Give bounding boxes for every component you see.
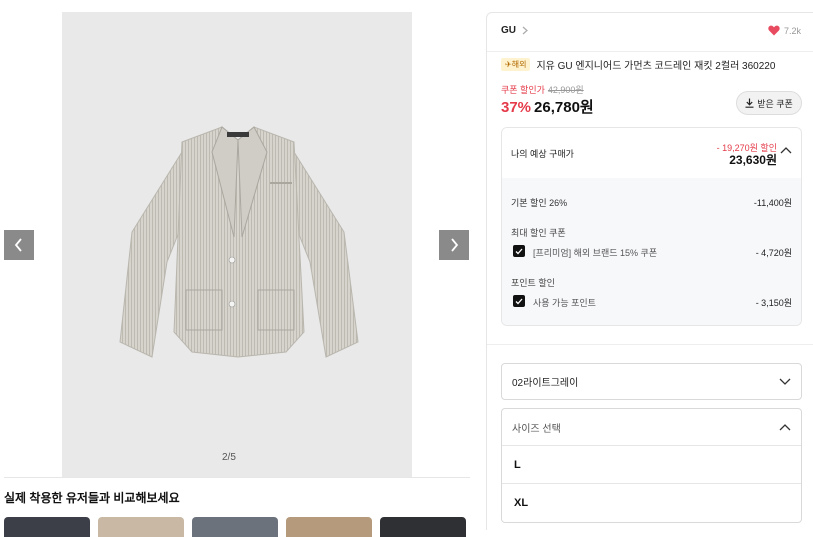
- user-photo-thumbnails: [4, 517, 466, 537]
- image-gallery: 2/5 실제 착용한 유저들과 비교해보세요: [0, 0, 478, 537]
- received-coupon-button[interactable]: 받은 쿠폰: [736, 91, 802, 115]
- like-button[interactable]: 7.2k: [768, 25, 801, 36]
- size-option[interactable]: XL: [502, 484, 801, 522]
- max-coupon-title: 최대 할인 쿠폰: [511, 228, 566, 238]
- divider: [487, 344, 813, 345]
- product-info-panel: GU 7.2k ✈해외 지유 GU 엔지니어드 가먼츠 코드레인 재킷 2컬러 …: [486, 12, 813, 530]
- size-select-placeholder: 사이즈 선택: [512, 423, 561, 435]
- divider: [487, 51, 813, 52]
- user-photo-thumb[interactable]: [380, 517, 466, 537]
- brand-link[interactable]: GU: [501, 25, 528, 36]
- chevron-down-icon: [779, 378, 791, 385]
- coupon-price-row: 쿠폰 할인가 42,900원: [501, 83, 584, 96]
- compare-section-title: 실제 착용한 유저들과 비교해보세요: [4, 491, 180, 505]
- download-icon: [745, 98, 754, 108]
- size-select[interactable]: 사이즈 선택: [502, 409, 801, 446]
- coupon-item-value: - 4,720원: [755, 248, 792, 258]
- like-count: 7.2k: [783, 25, 801, 36]
- product-title: 지유 GU 엔지니어드 가먼츠 코드레인 재킷 2컬러 360220: [536, 61, 776, 72]
- user-photo-thumb[interactable]: [98, 517, 184, 537]
- check-icon: [515, 248, 523, 254]
- estimated-price-box: 나의 예상 구매가 - 19,270원 할인 23,630원 기본 할인 26%…: [501, 127, 802, 326]
- color-select-value: 02라이트그레이: [512, 378, 579, 389]
- base-discount-label: 기본 할인 26%: [511, 198, 568, 208]
- chevron-right-icon: [522, 26, 528, 35]
- user-photo-thumb[interactable]: [4, 517, 90, 537]
- chevron-up-icon: [779, 424, 791, 431]
- point-item-label: 사용 가능 포인트: [533, 298, 596, 308]
- image-pager: 2/5: [222, 452, 236, 463]
- price-row: 37% 26,780원: [501, 96, 594, 117]
- coupon-checkbox[interactable]: [513, 245, 525, 257]
- original-price: 42,900원: [547, 85, 584, 95]
- size-dropdown: 사이즈 선택 L XL: [501, 408, 802, 523]
- chevron-up-icon[interactable]: [780, 146, 792, 154]
- received-coupon-label: 받은 쿠폰: [757, 98, 793, 109]
- prev-image-button[interactable]: [4, 230, 34, 260]
- product-image: [62, 12, 412, 477]
- point-discount-title: 포인트 할인: [511, 278, 555, 288]
- brand-name: GU: [501, 25, 516, 36]
- chevron-left-icon: [14, 238, 22, 252]
- sale-price: 26,780원: [534, 99, 594, 116]
- color-select[interactable]: 02라이트그레이: [501, 363, 802, 400]
- chevron-right-icon: [451, 238, 459, 252]
- check-icon: [515, 298, 523, 304]
- user-photo-thumb[interactable]: [192, 517, 278, 537]
- point-item-value: - 3,150원: [755, 298, 792, 308]
- estimated-price: 23,630원: [729, 153, 777, 167]
- jacket-illustration: [119, 126, 359, 358]
- size-option[interactable]: L: [502, 446, 801, 484]
- base-discount-value: -11,400원: [753, 198, 792, 208]
- estimated-price-header[interactable]: 나의 예상 구매가 - 19,270원 할인 23,630원: [502, 128, 801, 178]
- user-photo-thumb[interactable]: [286, 517, 372, 537]
- product-title-row: ✈해외 지유 GU 엔지니어드 가먼츠 코드레인 재킷 2컬러 360220: [501, 57, 775, 72]
- discount-rate: 37%: [501, 99, 532, 116]
- divider: [4, 477, 470, 478]
- estimated-price-label: 나의 예상 구매가: [511, 149, 574, 159]
- next-image-button[interactable]: [439, 230, 469, 260]
- overseas-badge: ✈해외: [501, 58, 531, 71]
- heart-icon: [768, 25, 780, 36]
- coupon-item-label: [프리미엄] 해외 브랜드 15% 쿠폰: [533, 248, 658, 258]
- estimated-price-details: 기본 할인 26% -11,400원 최대 할인 쿠폰 [프리미엄] 해외 브랜…: [502, 178, 801, 325]
- point-checkbox[interactable]: [513, 295, 525, 307]
- coupon-price-label: 쿠폰 할인가: [501, 85, 545, 95]
